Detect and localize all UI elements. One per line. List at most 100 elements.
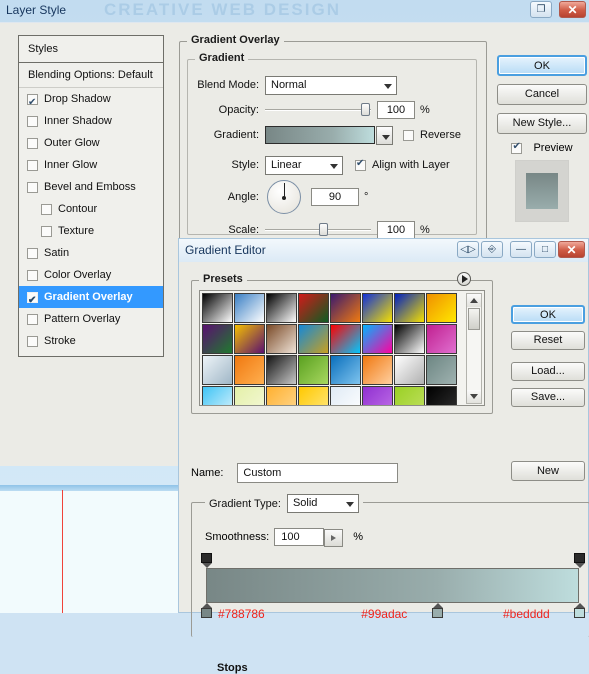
scrollbar-thumb[interactable] (468, 308, 480, 330)
presets-menu-arrow-icon[interactable] (457, 272, 471, 286)
preset-swatch-11[interactable] (298, 324, 329, 354)
preset-swatch-13[interactable] (362, 324, 393, 354)
style-checkbox[interactable] (27, 92, 38, 114)
opacity-stop-2[interactable] (574, 553, 585, 568)
sidebar-item-bevel-and-emboss[interactable]: Bevel and Emboss (19, 176, 163, 198)
preset-swatch-18[interactable] (266, 355, 297, 385)
align-with-layer-checkbox-box[interactable] (355, 158, 366, 171)
gradient-preview-swatch[interactable] (265, 126, 375, 144)
style-checkbox[interactable] (41, 203, 52, 215)
style-checkbox[interactable] (27, 159, 38, 171)
preset-swatch-2[interactable] (266, 293, 297, 323)
preset-swatch-19[interactable] (298, 355, 329, 385)
preset-swatch-0[interactable] (202, 293, 233, 323)
reset-button[interactable]: Reset (511, 331, 585, 350)
gradient-preview-control[interactable] (265, 126, 393, 145)
style-checkbox[interactable] (27, 313, 38, 325)
preset-swatch-24[interactable] (202, 386, 233, 405)
save-button[interactable]: Save... (511, 388, 585, 407)
preset-swatch-1[interactable] (234, 293, 265, 323)
style-checkbox[interactable] (27, 290, 38, 312)
ok-button[interactable]: OK (511, 305, 585, 324)
preset-swatch-10[interactable] (266, 324, 297, 354)
scroll-down-icon[interactable] (467, 390, 481, 403)
close-icon[interactable]: ✕ (558, 241, 585, 258)
sidebar-item-drop-shadow[interactable]: Drop Shadow (19, 88, 163, 114)
sidebar-item-stroke[interactable]: Stroke (19, 330, 163, 352)
preset-swatch-29[interactable] (362, 386, 393, 405)
preset-swatch-20[interactable] (330, 355, 361, 385)
new-gradient-button[interactable]: New (511, 461, 585, 481)
preset-swatch-28[interactable] (330, 386, 361, 405)
maximize-icon[interactable]: □ (534, 241, 556, 258)
gradient-picker-chevron-down-icon[interactable] (376, 126, 393, 145)
preset-swatch-12[interactable] (330, 324, 361, 354)
dock-left-right-icon[interactable]: ◁▷ (457, 241, 479, 258)
preset-swatch-15[interactable] (426, 324, 457, 354)
color-stop-2[interactable] (574, 603, 585, 618)
scale-slider[interactable] (265, 223, 371, 237)
opacity-slider[interactable] (265, 103, 371, 117)
presets-scrollbar[interactable] (466, 293, 482, 404)
style-checkbox[interactable] (27, 137, 38, 149)
color-stop-1[interactable] (432, 603, 444, 618)
gradient-editor-bar[interactable] (206, 568, 579, 603)
preset-swatch-26[interactable] (266, 386, 297, 405)
smoothness-stepper-icon[interactable] (324, 529, 344, 547)
preset-swatch-7[interactable] (426, 293, 457, 323)
scale-slider-thumb[interactable] (319, 223, 328, 236)
preview-checkbox[interactable]: Preview (497, 141, 587, 154)
style-checkbox[interactable] (27, 115, 38, 127)
align-with-layer-checkbox[interactable]: Align with Layer (355, 158, 450, 171)
styles-list-header[interactable]: Styles (19, 36, 163, 63)
gradient-name-input[interactable]: Custom (237, 463, 399, 483)
preset-swatch-8[interactable] (202, 324, 233, 354)
preset-swatch-23[interactable] (426, 355, 457, 385)
close-icon[interactable]: ✕ (559, 1, 586, 18)
angle-input[interactable]: 90 (311, 188, 359, 206)
opacity-stop-0[interactable] (201, 553, 212, 568)
ok-button[interactable]: OK (497, 55, 587, 76)
preset-swatch-4[interactable] (330, 293, 361, 323)
style-checkbox[interactable] (27, 269, 38, 281)
gradient-style-select[interactable]: Linear (265, 155, 343, 175)
preset-swatch-14[interactable] (394, 324, 425, 354)
preview-checkbox-box[interactable] (511, 141, 523, 154)
preset-swatch-9[interactable] (234, 324, 265, 354)
preset-swatch-27[interactable] (298, 386, 329, 405)
sidebar-item-outer-glow[interactable]: Outer Glow (19, 132, 163, 154)
smoothness-input[interactable]: 100 (274, 528, 344, 547)
sidebar-item-contour[interactable]: Contour (19, 198, 163, 220)
style-checkbox[interactable] (27, 181, 38, 193)
blend-mode-select[interactable]: Normal (265, 75, 397, 95)
preset-swatch-3[interactable] (298, 293, 329, 323)
sidebar-item-pattern-overlay[interactable]: Pattern Overlay (19, 308, 163, 330)
preset-swatch-21[interactable] (362, 355, 393, 385)
opacity-input[interactable]: 100 (377, 101, 415, 119)
preset-swatch-31[interactable] (426, 386, 457, 405)
color-stop-0[interactable] (201, 603, 212, 618)
reverse-checkbox[interactable]: Reverse (403, 129, 461, 141)
new-style-button[interactable]: New Style... (497, 113, 587, 134)
preset-swatch-25[interactable] (234, 386, 265, 405)
preset-swatch-17[interactable] (234, 355, 265, 385)
style-checkbox[interactable] (41, 225, 52, 237)
sidebar-item-inner-glow[interactable]: Inner Glow (19, 154, 163, 176)
sidebar-item-texture[interactable]: Texture (19, 220, 163, 242)
gradient-editor-titlebar[interactable]: Gradient Editor ◁▷ ⎆ — □ ✕ (178, 238, 589, 262)
preset-swatch-22[interactable] (394, 355, 425, 385)
load-button[interactable]: Load... (511, 362, 585, 381)
reverse-checkbox-box[interactable] (403, 129, 414, 141)
preset-swatch-16[interactable] (202, 355, 233, 385)
preset-swatch-6[interactable] (394, 293, 425, 323)
style-checkbox[interactable] (27, 335, 38, 347)
style-checkbox[interactable] (27, 247, 38, 259)
sidebar-item-satin[interactable]: Satin (19, 242, 163, 264)
cancel-button[interactable]: Cancel (497, 84, 587, 105)
angle-dial[interactable] (267, 180, 301, 214)
preset-swatch-30[interactable] (394, 386, 425, 405)
scroll-up-icon[interactable] (467, 294, 481, 307)
opacity-slider-thumb[interactable] (361, 103, 370, 116)
layer-style-titlebar[interactable]: Layer Style ❐ ✕ (0, 0, 589, 22)
sidebar-item-inner-shadow[interactable]: Inner Shadow (19, 110, 163, 132)
